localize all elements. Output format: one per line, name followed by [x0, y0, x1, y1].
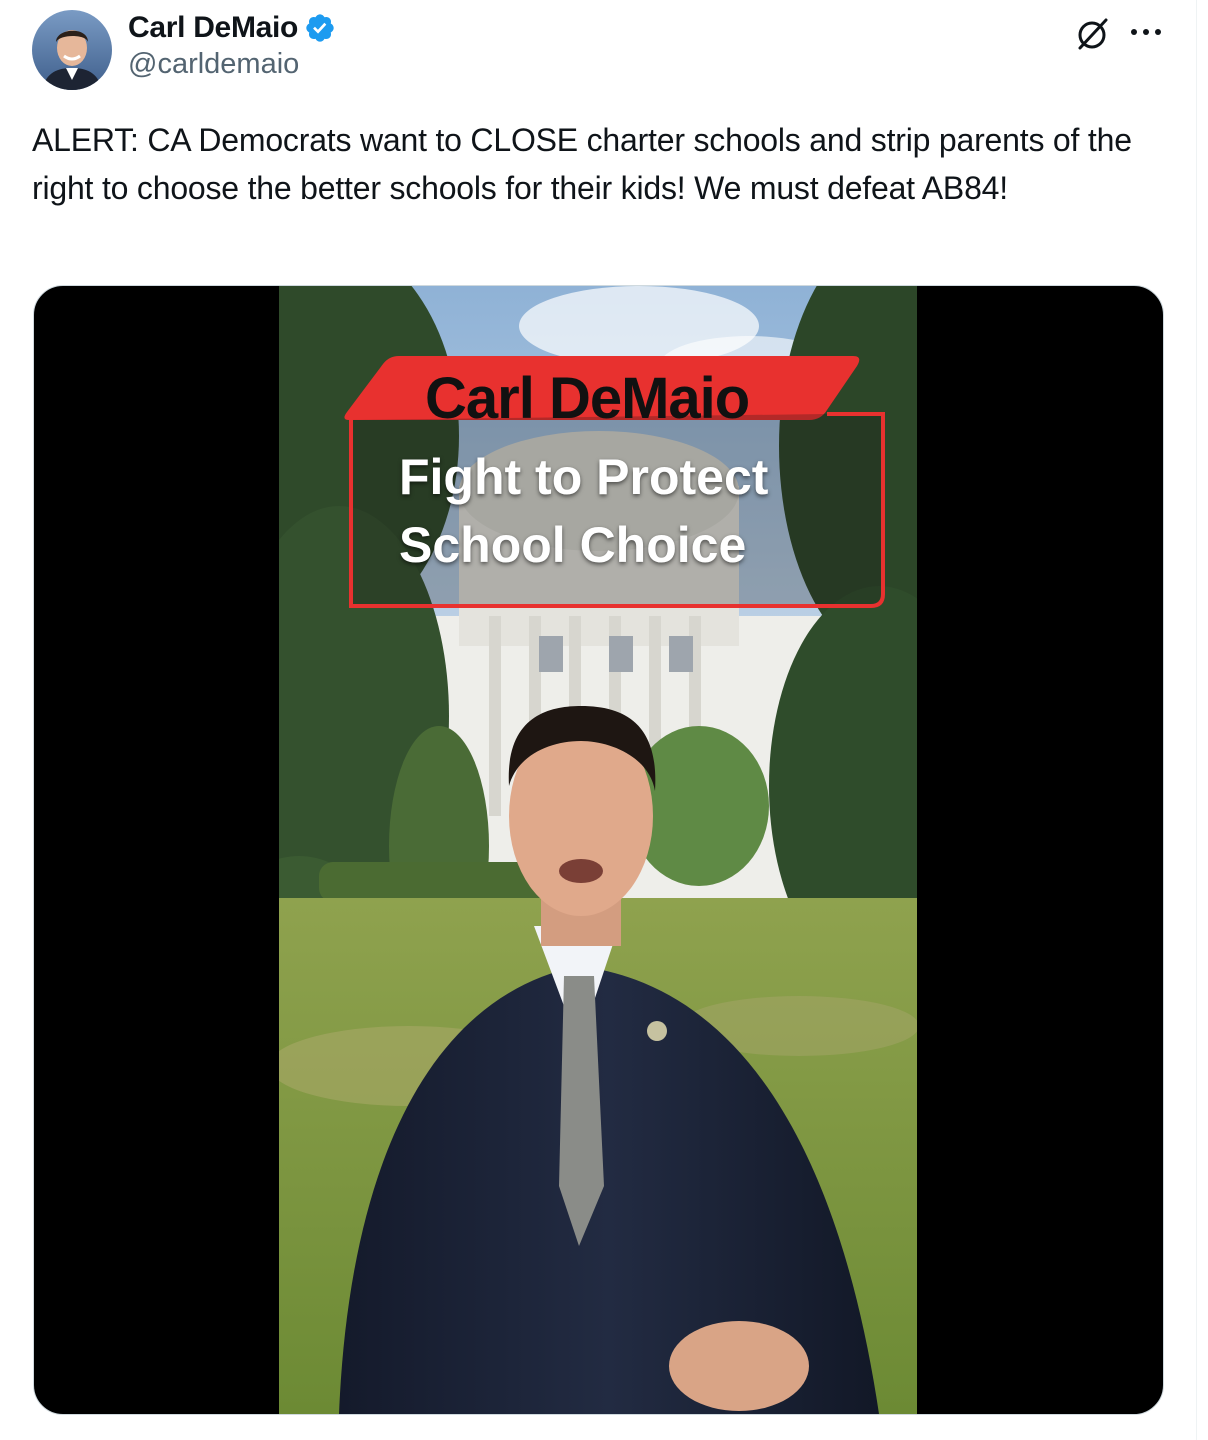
- video-overlay-name: Carl DeMaio: [425, 366, 750, 431]
- video-overlay-line-2: School Choice: [399, 517, 747, 573]
- more-options-icon[interactable]: [1124, 14, 1168, 50]
- avatar-image: [32, 10, 112, 90]
- verified-badge-icon: [304, 12, 336, 44]
- author-handle[interactable]: @carldemaio: [128, 48, 299, 81]
- grok-icon[interactable]: [1072, 14, 1112, 54]
- video-frame: Carl DeMaio Fight to Protect School Choi…: [279, 286, 917, 1414]
- author-name[interactable]: Carl DeMaio: [128, 8, 336, 48]
- video-overlay-line-1: Fight to Protect: [399, 449, 769, 505]
- video-player[interactable]: Carl DeMaio Fight to Protect School Choi…: [33, 285, 1164, 1415]
- author-display-name: Carl DeMaio: [128, 11, 299, 44]
- tweet-page: Carl DeMaio @carldemaio ALERT: CA Democr…: [0, 0, 1208, 1440]
- tweet-text: ALERT: CA Democrats want to CLOSE charte…: [32, 122, 1132, 206]
- avatar[interactable]: [32, 10, 112, 90]
- column-divider: [1196, 0, 1197, 1440]
